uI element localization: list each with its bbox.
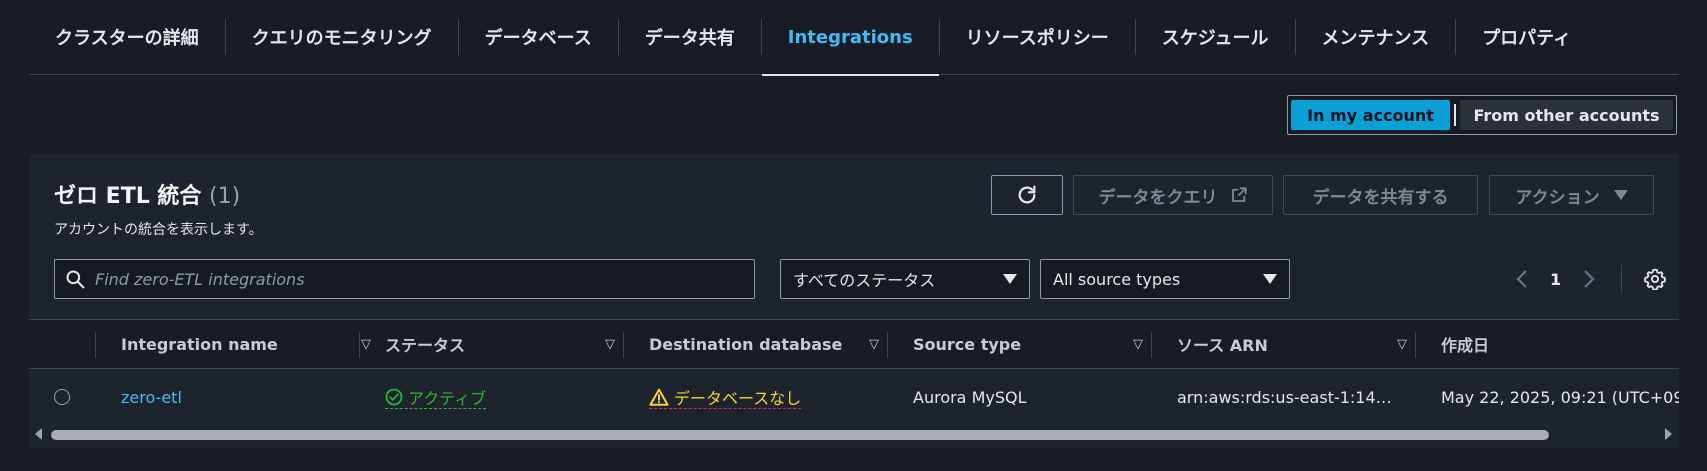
column-header-label: Destination database [649,334,843,354]
panel-title-text: ゼロ ETL 統合 [54,184,202,209]
column-header-label: ステータス [385,336,466,355]
gear-icon[interactable] [1644,268,1667,290]
search-box [54,259,755,299]
destination-cell: データベースなし [649,369,802,425]
integration-count: (1) [209,184,241,209]
caret-down-icon [1263,274,1277,284]
toggle-divider [1454,104,1456,126]
tab-query-monitoring[interactable]: クエリのモニタリング [226,0,458,75]
destination-text: データベースなし [674,388,802,408]
external-link-icon [1231,187,1247,202]
panel-title: ゼロ ETL 統合 (1) [54,178,240,210]
page-number[interactable]: 1 [1550,270,1561,289]
check-circle-icon [385,388,403,405]
horizontal-scrollbar[interactable] [29,425,1679,445]
tab-databases[interactable]: データベース [459,0,618,75]
sort-icon: ▽ [1133,336,1143,352]
tab-maintenance[interactable]: メンテナンス [1296,0,1456,75]
integration-name-link[interactable]: zero-etl [121,369,182,425]
caret-down-icon [1003,274,1017,284]
scrollbar-thumb[interactable] [51,430,1549,440]
column-header-label: Integration name [121,334,278,354]
column-header-created[interactable]: 作成日 [1441,320,1679,368]
column-header-integration-name[interactable]: Integration name ▽ [121,320,389,368]
column-header-destination-database[interactable]: Destination database ▽ [649,320,897,368]
sort-icon: ▽ [361,336,371,352]
column-divider [623,332,624,358]
status-filter-select[interactable]: すべてのステータス [780,259,1030,299]
refresh-icon [1018,185,1036,204]
table-row: zero-etl アクティブ データベースなし Aurora MySQL arn… [29,369,1679,425]
tab-datashares[interactable]: データ共有 [619,0,761,75]
sort-icon: ▽ [1397,336,1407,352]
tab-integrations[interactable]: Integrations [761,0,939,76]
tab-resource-policy[interactable]: リソースポリシー [940,0,1135,75]
actions-button[interactable]: アクション [1489,175,1654,215]
status-cell: アクティブ [385,369,487,425]
column-divider [1415,332,1416,358]
in-my-account-button[interactable]: In my account [1291,100,1450,130]
query-data-button[interactable]: データをクエリ [1073,175,1273,215]
share-data-button[interactable]: データを共有する [1283,175,1478,215]
warning-icon [649,388,669,406]
status-filter-value: すべてのステータス [793,271,936,290]
scroll-left-icon[interactable] [35,428,42,440]
caret-down-icon [1613,190,1628,200]
destination-warning[interactable]: データベースなし [649,385,802,409]
row-select-cell [54,369,70,425]
panel-description: アカウントの統合を表示します。 [54,222,263,238]
row-radio-button[interactable] [54,389,70,405]
status-text: アクティブ [408,388,487,408]
pagination: 1 [1516,259,1667,299]
column-divider [359,332,360,358]
query-data-label: データをクエリ [1098,187,1218,208]
chevron-left-icon[interactable] [1516,269,1528,289]
sort-icon: ▽ [605,336,615,352]
column-header-source-type[interactable]: Source type ▽ [913,320,1161,368]
search-icon [66,270,85,289]
source-type-filter-select[interactable]: All source types [1040,259,1290,299]
column-header-status[interactable]: ステータス ▽ [385,320,633,368]
chevron-right-icon[interactable] [1583,269,1595,289]
column-header-label: 作成日 [1441,336,1490,355]
tab-cluster-details[interactable]: クラスターの詳細 [29,0,225,75]
search-input[interactable] [95,269,735,289]
tab-schedules[interactable]: スケジュール [1136,0,1295,75]
sort-icon: ▽ [869,336,879,352]
column-divider [95,332,96,358]
column-header-source-arn[interactable]: ソース ARN ▽ [1177,320,1425,368]
created-cell: May 22, 2025, 09:21 (UTC+09: [1441,387,1679,407]
scroll-right-icon[interactable] [1665,428,1672,440]
tab-bar: クラスターの詳細 クエリのモニタリング データベース データ共有 Integra… [29,0,1679,76]
refresh-button[interactable] [991,175,1063,215]
pager-divider [1621,265,1623,293]
table-header: Integration name ▽ ステータス ▽ Destination d… [29,319,1679,369]
tab-properties[interactable]: プロパティ [1456,0,1597,75]
source-arn-cell: arn:aws:rds:us-east-1:14… [1177,387,1392,407]
actions-label: アクション [1515,187,1600,208]
from-other-accounts-button[interactable]: From other accounts [1460,100,1673,130]
column-divider [887,332,888,358]
column-header-label: ソース ARN [1177,336,1268,355]
status-indicator: アクティブ [385,385,487,409]
integrations-panel: ゼロ ETL 統合 (1) アカウントの統合を表示します。 データをクエリ デー… [29,154,1679,448]
source-type-cell: Aurora MySQL [913,387,1027,407]
column-divider [1151,332,1152,358]
column-header-label: Source type [913,334,1022,354]
source-type-filter-value: All source types [1053,269,1181,289]
account-toggle: In my account From other accounts [1287,95,1677,135]
